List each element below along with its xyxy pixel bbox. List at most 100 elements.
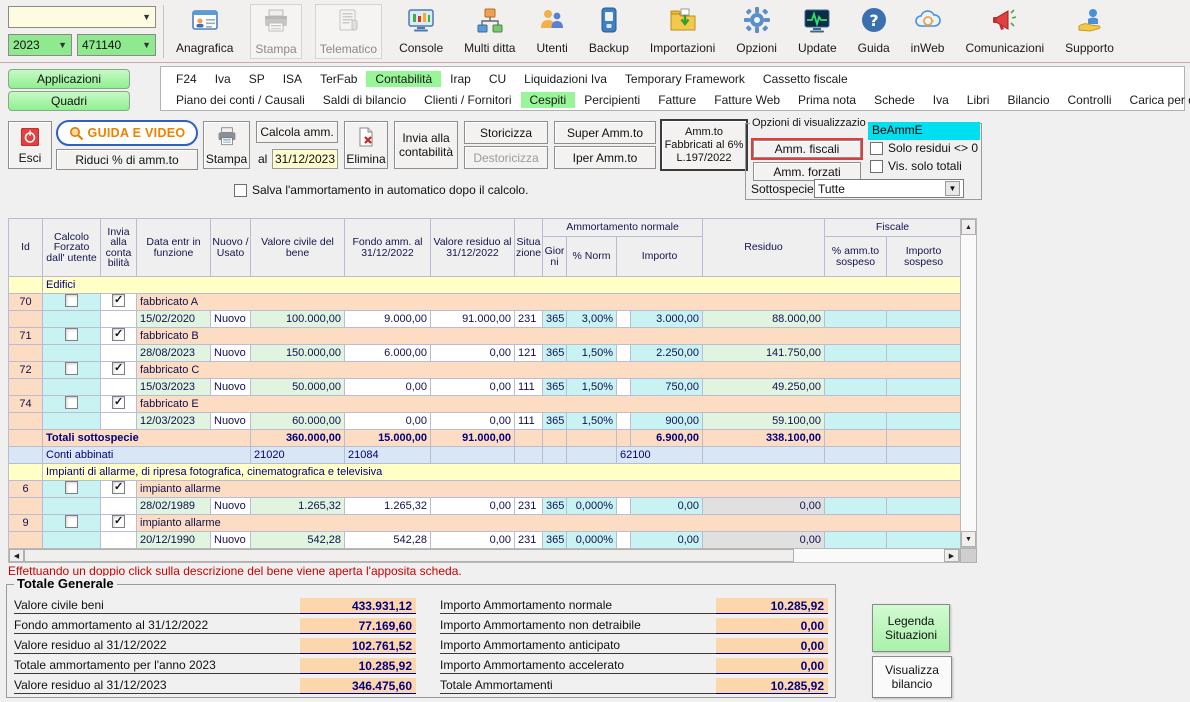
tab-iva[interactable]: Iva — [206, 71, 240, 87]
cell-perc-sospeso[interactable] — [825, 498, 887, 515]
cell-situazione[interactable]: 231 — [515, 532, 543, 549]
cell-situazione[interactable]: 121 — [515, 345, 543, 362]
cell-valore-civile[interactable]: 60.000,00 — [251, 413, 345, 430]
cell-perc-norm[interactable]: 1,50% — [567, 345, 617, 362]
context-combobox[interactable]: ▼ — [8, 6, 156, 28]
cell-residuo[interactable]: 88.000,00 — [703, 311, 825, 328]
scroll-thumb[interactable] — [24, 549, 794, 562]
calcola-amm-button[interactable]: Calcola amm. — [256, 121, 338, 143]
toolbar-stampa-button[interactable]: Stampa — [250, 4, 301, 59]
tab-percipienti[interactable]: Percipienti — [575, 92, 649, 108]
year-combobox[interactable]: 2023 ▼ — [8, 34, 72, 56]
cell-valore-residuo[interactable]: 0,00 — [431, 413, 515, 430]
toolbar-comunicazioni-button[interactable]: Comunicazioni — [961, 4, 1048, 57]
tab-fatture-web[interactable]: Fatture Web — [705, 92, 789, 108]
cell-valore-residuo[interactable]: 0,00 — [431, 345, 515, 362]
toolbar-utenti-button[interactable]: Utenti — [532, 4, 571, 57]
amm-fabbricati-button[interactable]: Amm.to Fabbricati al 6% L.197/2022 — [660, 119, 748, 171]
asset-name-row[interactable]: 74 fabbricato E — [9, 396, 961, 413]
amm-fiscali-button[interactable]: Amm. fiscali — [753, 140, 861, 158]
cell-importo-sospeso[interactable] — [887, 532, 961, 549]
calcolo-forzato-checkbox[interactable] — [65, 362, 78, 375]
super-amm-button[interactable]: Super Amm.to — [554, 121, 656, 144]
toolbar-backup-button[interactable]: Backup — [585, 4, 633, 57]
riduci-amm-button[interactable]: Riduci % di amm.to — [56, 149, 198, 170]
cell-fondo[interactable]: 1.265,32 — [345, 498, 431, 515]
tab-terfab[interactable]: TerFab — [311, 71, 366, 87]
tab-fatture[interactable]: Fatture — [649, 92, 705, 108]
cell-perc-norm[interactable]: 0,000% — [567, 498, 617, 515]
cell-data-entrata[interactable]: 12/03/2023 — [137, 413, 211, 430]
storicizza-button[interactable]: Storicizza — [464, 121, 548, 144]
cell-importo-sospeso[interactable] — [887, 311, 961, 328]
company-code-combobox[interactable]: 471140 ▼ — [77, 34, 156, 56]
toolbar-console-button[interactable]: Console — [395, 4, 447, 57]
asset-name[interactable]: impianto allarme — [137, 481, 961, 498]
cell-data-entrata[interactable]: 15/03/2023 — [137, 379, 211, 396]
cell-importo[interactable]: 0,00 — [631, 498, 703, 515]
asset-name[interactable]: fabbricato C — [137, 362, 961, 379]
cell-valore-civile[interactable]: 50.000,00 — [251, 379, 345, 396]
salva-auto-checkbox[interactable] — [234, 184, 247, 197]
cell-giorni[interactable]: 365 — [543, 498, 567, 515]
cell-nuovo-usato[interactable]: Nuovo — [211, 532, 251, 549]
cell-fondo[interactable]: 542,28 — [345, 532, 431, 549]
invia-contabilita-button[interactable]: Invia alla contabilità — [394, 121, 458, 169]
tab-cespiti[interactable]: Cespiti — [521, 92, 576, 108]
cell-giorni[interactable]: 365 — [543, 532, 567, 549]
tab-liquidazioni-iva[interactable]: Liquidazioni Iva — [515, 71, 616, 87]
cell-nuovo-usato[interactable]: Nuovo — [211, 498, 251, 515]
invia-contabilita-checkbox[interactable] — [112, 515, 125, 528]
asset-name-row[interactable]: 71 fabbricato B — [9, 328, 961, 345]
asset-name[interactable]: impianto allarme — [137, 515, 961, 532]
cell-perc-sospeso[interactable] — [825, 379, 887, 396]
cell-nuovo-usato[interactable]: Nuovo — [211, 345, 251, 362]
toolbar-telematico-button[interactable]: Telematico — [315, 4, 382, 59]
cell-giorni[interactable]: 365 — [543, 379, 567, 396]
cell-perc-norm[interactable]: 1,50% — [567, 379, 617, 396]
cell-residuo[interactable]: 141.750,00 — [703, 345, 825, 362]
tab-controlli[interactable]: Controlli — [1059, 92, 1121, 108]
sottospecie-combobox[interactable]: Tutte ▼ — [814, 179, 964, 198]
tab-saldi-di-bilancio[interactable]: Saldi di bilancio — [314, 92, 415, 108]
tab-clienti-fornitori[interactable]: Clienti / Fornitori — [415, 92, 520, 108]
cell-perc-sospeso[interactable] — [825, 311, 887, 328]
scroll-track[interactable] — [794, 549, 944, 562]
tab-sp[interactable]: SP — [240, 71, 274, 87]
tab-contabilita[interactable]: Contabilità — [366, 71, 441, 87]
cell-importo[interactable]: 900,00 — [631, 413, 703, 430]
toolbar-guida-button[interactable]: ? Guida — [854, 4, 894, 57]
destoricizza-button[interactable]: Destoricizza — [464, 146, 548, 169]
cell-data-entrata[interactable]: 15/02/2020 — [137, 311, 211, 328]
cell-importo[interactable]: 0,00 — [631, 532, 703, 549]
cell-valore-civile[interactable]: 1.265,32 — [251, 498, 345, 515]
cell-importo-sospeso[interactable] — [887, 345, 961, 362]
invia-contabilita-checkbox[interactable] — [112, 294, 125, 307]
tab-f24[interactable]: F24 — [167, 71, 206, 87]
visualizza-bilancio-button[interactable]: Visualizza bilancio — [872, 656, 952, 698]
cell-valore-residuo[interactable]: 0,00 — [431, 498, 515, 515]
calcolo-forzato-checkbox[interactable] — [65, 396, 78, 409]
invia-contabilita-checkbox[interactable] — [112, 362, 125, 375]
guida-e-video-button[interactable]: GUIDA E VIDEO — [56, 120, 198, 146]
scroll-left-arrow[interactable]: ◀ — [9, 549, 24, 562]
scroll-right-arrow[interactable]: ▶ — [944, 549, 959, 562]
tab-libri[interactable]: Libri — [958, 92, 999, 108]
cell-perc-sospeso[interactable] — [825, 345, 887, 362]
stampa-button[interactable]: Stampa — [203, 121, 250, 169]
asset-name-row[interactable]: 72 fabbricato C — [9, 362, 961, 379]
cell-importo[interactable]: 2.250,00 — [631, 345, 703, 362]
cell-valore-civile[interactable]: 542,28 — [251, 532, 345, 549]
cell-giorni[interactable]: 365 — [543, 311, 567, 328]
cell-giorni[interactable]: 365 — [543, 413, 567, 430]
asset-name-row[interactable]: 6 impianto allarme — [9, 481, 961, 498]
toolbar-update-button[interactable]: Update — [794, 4, 841, 57]
asset-name[interactable]: fabbricato E — [137, 396, 961, 413]
asset-name[interactable]: fabbricato B — [137, 328, 961, 345]
tab-iva-2[interactable]: Iva — [924, 92, 958, 108]
asset-name-row[interactable]: 9 impianto allarme — [9, 515, 961, 532]
cell-data-entrata[interactable]: 28/08/2023 — [137, 345, 211, 362]
invia-contabilita-checkbox[interactable] — [112, 396, 125, 409]
calcolo-forzato-checkbox[interactable] — [65, 481, 78, 494]
tab-piano-dei-conti[interactable]: Piano dei conti / Causali — [167, 92, 314, 108]
